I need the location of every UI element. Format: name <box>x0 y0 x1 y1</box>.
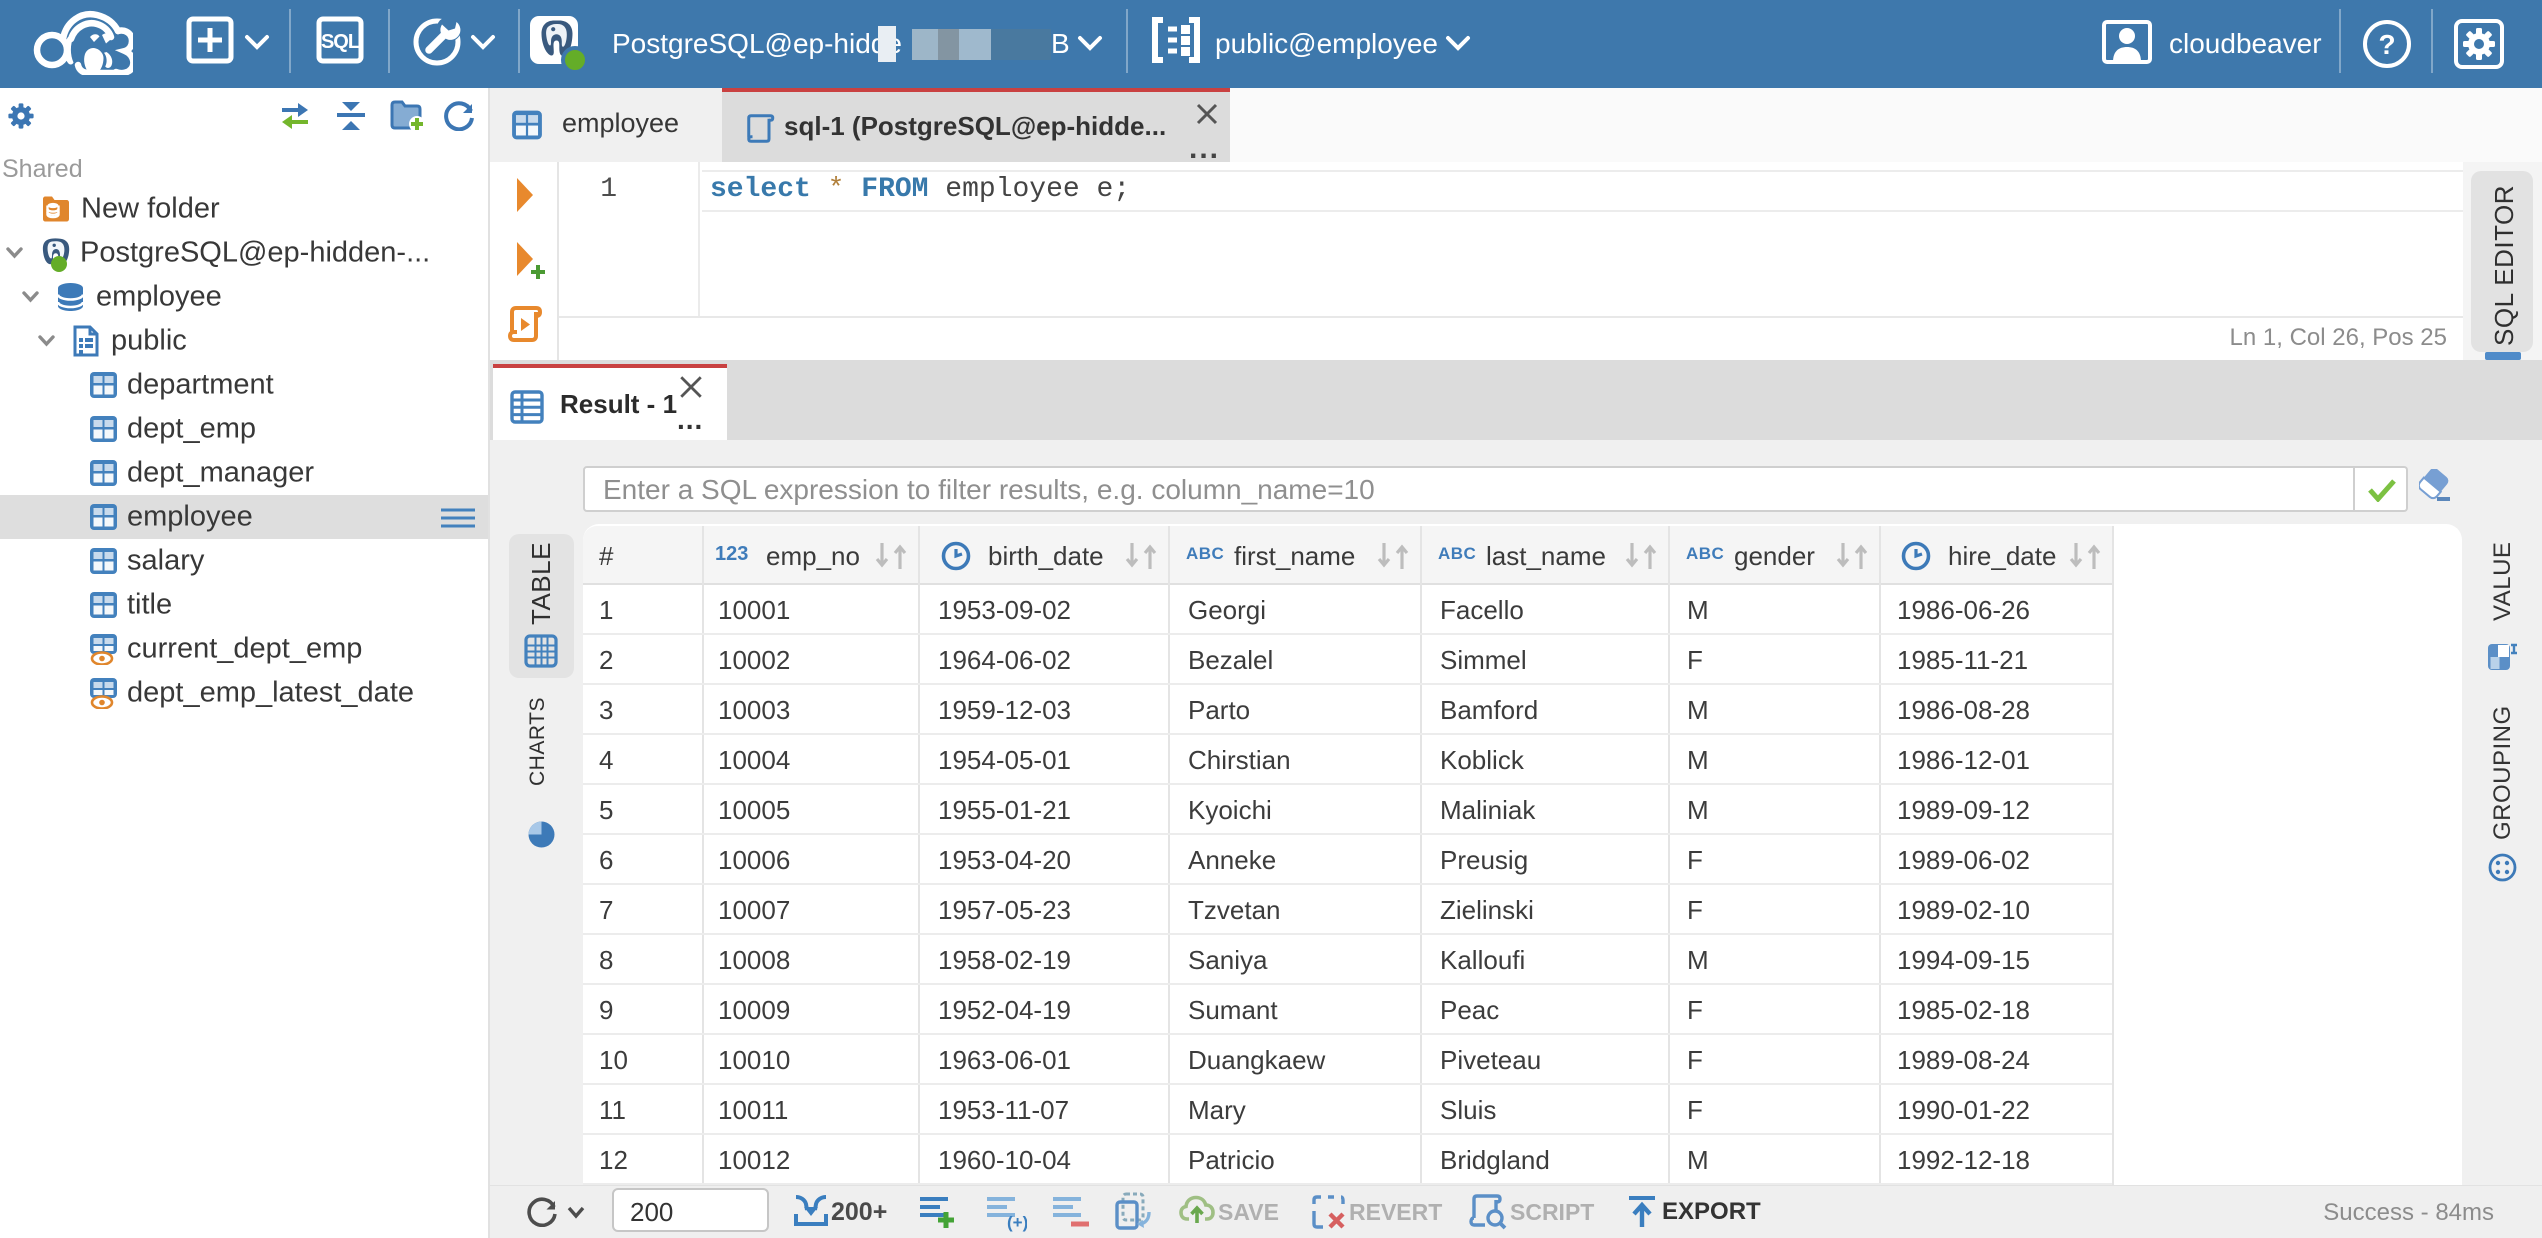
svg-text:(+): (+) <box>1007 1213 1027 1232</box>
svg-text:SQL: SQL <box>321 31 360 53</box>
svg-text:?: ? <box>2378 29 2395 60</box>
